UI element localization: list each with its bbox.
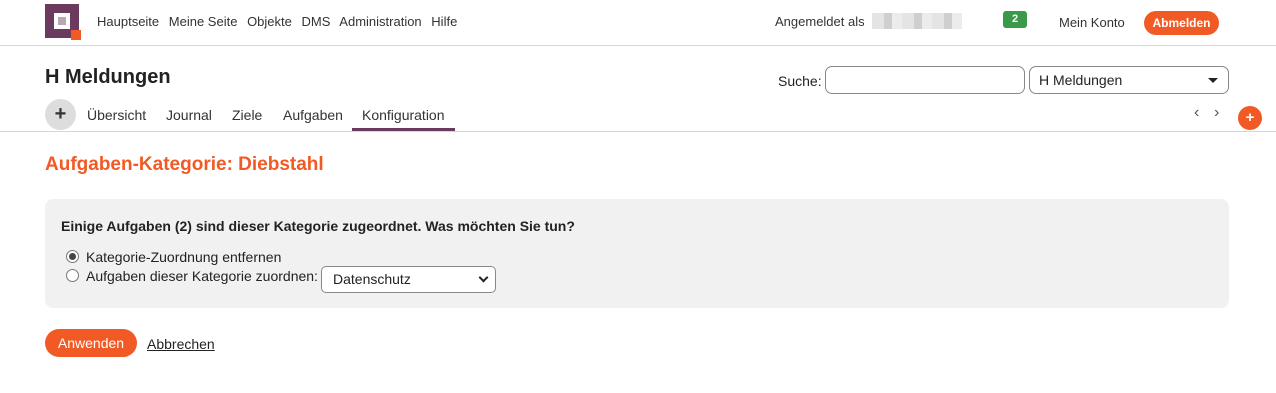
question-text: Einige Aufgaben (2) sind dieser Kategori… xyxy=(61,218,575,234)
tab-ziele[interactable]: Ziele xyxy=(232,107,262,131)
reassign-radio[interactable] xyxy=(66,269,79,282)
remove-assignment-radio[interactable] xyxy=(66,250,79,263)
reassign-panel: Einige Aufgaben (2) sind dieser Kategori… xyxy=(45,199,1229,308)
project-select[interactable]: H Meldungen xyxy=(1029,66,1229,94)
project-select-value: H Meldungen xyxy=(1039,72,1123,88)
reassign-label[interactable]: Aufgaben dieser Kategorie zuordnen: xyxy=(86,268,318,284)
page-heading: Aufgaben-Kategorie: Diebstahl xyxy=(45,154,324,175)
notification-badge[interactable]: 2 xyxy=(1003,11,1027,28)
nav-meine-seite[interactable]: Meine Seite xyxy=(169,14,238,29)
nav-administration[interactable]: Administration xyxy=(339,14,421,29)
nav-hilfe[interactable]: Hilfe xyxy=(431,14,457,29)
category-select-value: Datenschutz xyxy=(333,271,411,287)
project-tabs: + Übersicht Journal Ziele Aufgaben Konfi… xyxy=(0,98,1276,132)
cancel-link[interactable]: Abbrechen xyxy=(147,336,215,352)
tab-journal[interactable]: Journal xyxy=(166,107,212,131)
nav-hauptseite[interactable]: Hauptseite xyxy=(97,14,159,29)
nav-dms[interactable]: DMS xyxy=(302,14,331,29)
tab-aufgaben[interactable]: Aufgaben xyxy=(283,107,343,131)
add-action-button[interactable]: + xyxy=(1238,106,1262,130)
top-navigation: Hauptseite Meine Seite Objekte DMS Admin… xyxy=(97,14,463,29)
my-account-link[interactable]: Mein Konto xyxy=(1059,15,1125,30)
tab-uebersicht[interactable]: Übersicht xyxy=(87,107,146,131)
app-logo[interactable] xyxy=(45,4,81,40)
tab-konfiguration[interactable]: Konfiguration xyxy=(352,107,455,131)
logged-in-username-redacted xyxy=(872,13,962,29)
logged-in-label: Angemeldet als xyxy=(775,14,865,29)
caret-down-icon xyxy=(1208,78,1218,83)
apply-button[interactable]: Anwenden xyxy=(45,329,137,357)
top-bar: Hauptseite Meine Seite Objekte DMS Admin… xyxy=(0,0,1276,46)
category-select[interactable]: Datenschutz xyxy=(321,266,496,293)
remove-assignment-label[interactable]: Kategorie-Zuordnung entfernen xyxy=(86,249,281,265)
search-label: Suche: xyxy=(778,73,822,89)
add-button[interactable]: + xyxy=(45,99,76,130)
chevron-down-icon xyxy=(478,272,489,283)
chevron-right-icon[interactable]: › xyxy=(1214,104,1219,122)
nav-objekte[interactable]: Objekte xyxy=(247,14,292,29)
project-title: H Meldungen xyxy=(45,66,171,88)
chevron-left-icon[interactable]: ‹ xyxy=(1194,104,1199,122)
search-input[interactable] xyxy=(825,66,1025,94)
logout-button[interactable]: Abmelden xyxy=(1144,11,1219,35)
